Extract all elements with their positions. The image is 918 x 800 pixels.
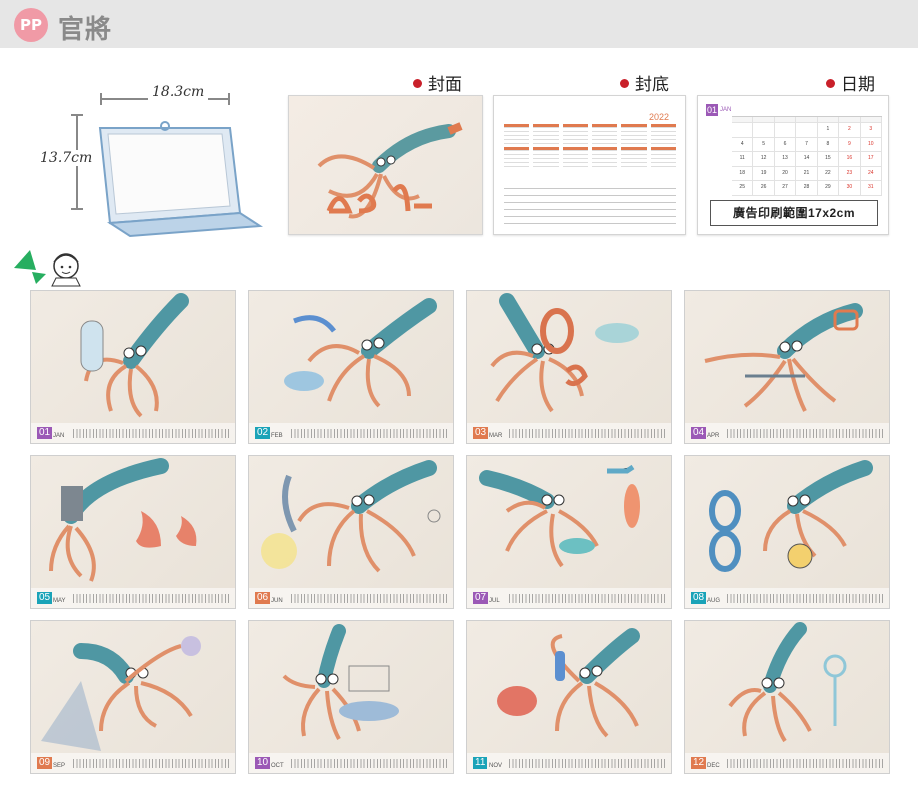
month-name: NOV <box>489 763 503 769</box>
month-name: MAR <box>489 433 503 439</box>
height-dimension: 13.7cm <box>40 150 93 166</box>
month-card[interactable]: 06 JUN <box>248 455 454 609</box>
squid-month-art <box>80 293 189 418</box>
squid-month-art <box>284 298 437 408</box>
ad-print-area: 廣告印刷範圍17x2cm <box>710 200 878 226</box>
month-card[interactable]: 03 MAR <box>466 290 672 444</box>
date-label: 日期 <box>826 70 875 95</box>
red-dot-icon <box>826 79 835 88</box>
month-name: FEB <box>271 433 283 439</box>
squid-month-art <box>728 622 847 743</box>
day-ticks <box>727 594 885 603</box>
cover-label-text: 封面 <box>428 75 462 94</box>
day-ticks <box>509 759 667 768</box>
month-name: SEP <box>53 763 66 769</box>
day-ticks <box>509 429 667 438</box>
back-label: 封底 <box>620 70 669 95</box>
red-dot-icon <box>620 79 629 88</box>
squid-month-art <box>282 624 399 740</box>
day-ticks <box>727 429 885 438</box>
month-card[interactable]: 07 JUL <box>466 455 672 609</box>
month-number: 12 <box>691 757 707 769</box>
squid-month-art <box>497 628 640 738</box>
day-ticks <box>73 429 231 438</box>
brand-logo[interactable]: PP <box>14 8 48 42</box>
month-number: 01 <box>706 104 718 116</box>
month-card[interactable]: 09 SEP <box>30 620 236 774</box>
month-thumbnails: 01 JAN 02 FEB 03 MAR 04 APR 05 MAY 06 JU… <box>30 290 890 774</box>
month-number: 11 <box>473 757 488 769</box>
month-number: 09 <box>37 757 53 769</box>
product-illustration: 18.3cm 13.7cm <box>40 78 270 238</box>
month-card[interactable]: 05 MAY <box>30 455 236 609</box>
brand-name[interactable]: 官將 <box>58 9 112 46</box>
date-page-preview[interactable]: 01 JAN 123 4 5 6 7 8 9 10 11 12 13 14 15 16 17 18 19 2… <box>697 95 889 235</box>
date-label-text: 日期 <box>841 75 875 94</box>
month-name: JUL <box>489 598 500 604</box>
month-name: AUG <box>707 598 721 604</box>
month-card[interactable]: 04 APR <box>684 290 890 444</box>
day-ticks <box>509 594 667 603</box>
month-name: APR <box>707 433 720 439</box>
month-number: 05 <box>37 592 53 604</box>
month-name: JAN <box>720 107 732 113</box>
day-ticks <box>291 429 449 438</box>
month-number: 10 <box>255 757 271 769</box>
squid-month-art <box>709 460 873 572</box>
month-number: 06 <box>255 592 271 604</box>
squid-month-art <box>261 460 441 573</box>
day-ticks <box>291 759 449 768</box>
notes-lines <box>504 182 676 226</box>
month-card[interactable]: 02 FEB <box>248 290 454 444</box>
cover-label: 封面 <box>413 70 462 95</box>
squid-month-art <box>49 458 197 582</box>
desk-calendar-stand-icon <box>98 121 264 238</box>
month-card[interactable]: 10 OCT <box>248 620 454 774</box>
month-card[interactable]: 12 DEC <box>684 620 890 774</box>
squid-month-art <box>704 303 863 412</box>
red-dot-icon <box>413 79 422 88</box>
brand-bar: PP 官將 <box>0 0 918 48</box>
back-preview[interactable]: 2022 <box>493 95 686 235</box>
month-card[interactable]: 11 NOV <box>466 620 672 774</box>
squid-month-art <box>41 636 201 751</box>
back-year: 2022 <box>648 112 669 122</box>
day-ticks <box>73 759 231 768</box>
squid-cover-art <box>317 122 463 219</box>
squid-month-art <box>490 293 639 413</box>
month-name: JAN <box>53 433 65 439</box>
day-ticks <box>727 759 885 768</box>
month-card[interactable]: 08 AUG <box>684 455 890 609</box>
month-grid: 123 4 5 6 7 8 9 10 11 12 13 14 15 16 17 18 19 20 21 22 23… <box>732 116 882 196</box>
cover-preview[interactable] <box>288 95 483 235</box>
month-number: 03 <box>473 427 489 439</box>
month-name: DEC <box>707 763 720 769</box>
month-number: 04 <box>691 427 707 439</box>
month-number: 01 <box>37 427 53 439</box>
month-number: 08 <box>691 592 707 604</box>
month-card[interactable]: 01 JAN <box>30 290 236 444</box>
back-label-text: 封底 <box>635 75 669 94</box>
month-number: 07 <box>473 592 489 604</box>
year-mini-calendar <box>504 124 676 167</box>
month-number: 02 <box>255 427 271 439</box>
mascot-icon <box>14 250 81 287</box>
squid-month-art <box>479 464 640 568</box>
month-name: JUN <box>271 598 283 604</box>
day-ticks <box>291 594 449 603</box>
day-ticks <box>73 594 231 603</box>
month-name: OCT <box>271 763 284 769</box>
month-name: MAY <box>53 598 66 604</box>
